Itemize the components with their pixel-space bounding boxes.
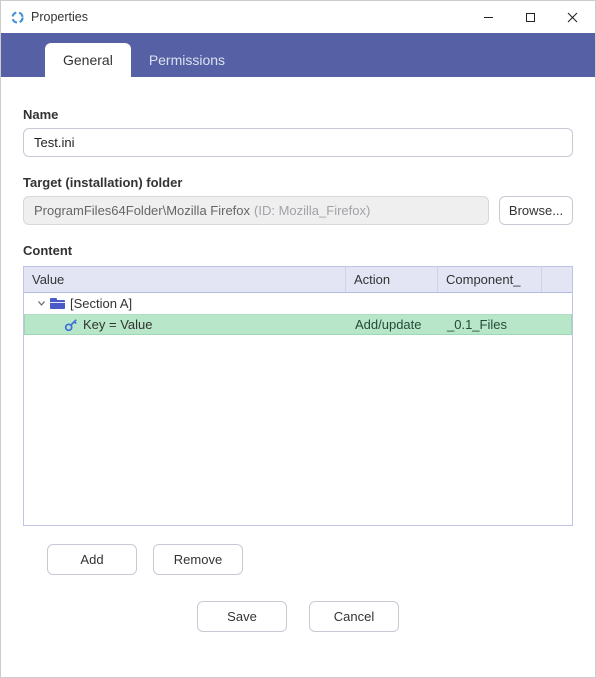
tree-key-row[interactable]: Key = Value Add/update _0.1_Files [24,314,572,335]
add-button[interactable]: Add [47,544,137,575]
app-icon [9,9,25,25]
column-header-action[interactable]: Action [346,267,438,292]
name-input[interactable] [23,128,573,157]
tree-section-row[interactable]: [Section A] [24,293,572,314]
button-label: Browse... [509,203,563,218]
target-id-hint: (ID: Mozilla_Firefox) [254,203,370,218]
button-label: Cancel [334,609,374,624]
grid-body[interactable]: [Section A] Key = Value Add/update _0 [24,293,572,525]
grid-header: Value Action Component_ [24,267,572,293]
name-label: Name [23,107,573,122]
cancel-button[interactable]: Cancel [309,601,399,632]
tab-general[interactable]: General [45,43,131,77]
minimize-button[interactable] [467,2,509,32]
title-bar: Properties [1,1,595,33]
tab-label: Permissions [149,52,225,68]
tab-strip: General Permissions [1,33,595,77]
row-component: _0.1_Files [447,317,507,332]
window-title: Properties [31,10,88,24]
maximize-button[interactable] [509,2,551,32]
content-label: Content [23,243,573,258]
browse-button[interactable]: Browse... [499,196,573,225]
content-grid: Value Action Component_ [Section A] [23,266,573,526]
save-button[interactable]: Save [197,601,287,632]
chevron-down-icon[interactable] [34,299,48,308]
button-label: Remove [174,552,222,567]
button-label: Save [227,609,257,624]
close-button[interactable] [551,2,593,32]
tab-permissions[interactable]: Permissions [131,43,243,77]
column-header-value[interactable]: Value [24,267,346,292]
remove-button[interactable]: Remove [153,544,243,575]
target-path: ProgramFiles64Folder\Mozilla Firefox [34,203,250,218]
key-icon [63,317,79,333]
content-area: Name Target (installation) folder Progra… [1,77,595,646]
section-label: [Section A] [70,296,132,311]
button-label: Add [80,552,103,567]
key-value-text: Key = Value [83,317,153,332]
row-action: Add/update [355,317,422,332]
tab-label: General [63,52,113,68]
folder-icon [50,297,66,310]
target-label: Target (installation) folder [23,175,573,190]
column-header-component[interactable]: Component_ [438,267,542,292]
target-folder-display: ProgramFiles64Folder\Mozilla Firefox (ID… [23,196,489,225]
